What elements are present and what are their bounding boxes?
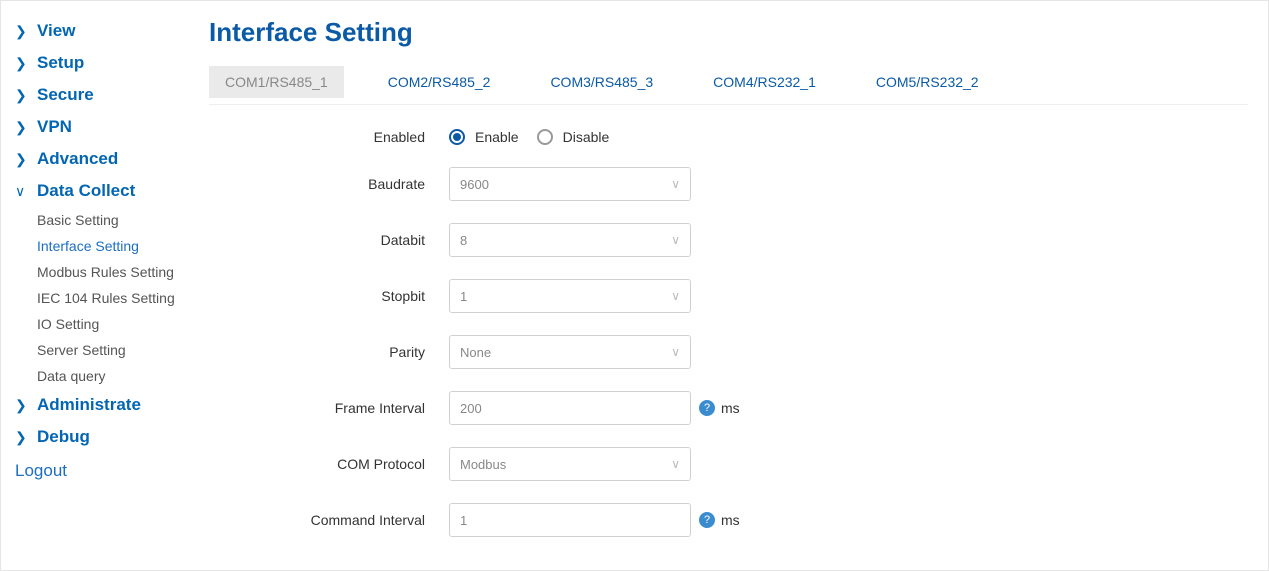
nav-label: Secure <box>37 85 94 105</box>
chevron-down-icon: ∨ <box>15 183 29 200</box>
sub-item-server-setting[interactable]: Server Setting <box>37 337 201 363</box>
frame-interval-value: 200 <box>460 401 482 416</box>
com-protocol-value: Modbus <box>460 457 506 472</box>
nav-label: Advanced <box>37 149 118 169</box>
stopbit-select[interactable]: 1 ∨ <box>449 279 691 313</box>
tab-com1[interactable]: COM1/RS485_1 <box>209 66 344 98</box>
nav-label: View <box>37 21 75 41</box>
nav-item-vpn[interactable]: ❯ VPN <box>15 111 201 143</box>
parity-select[interactable]: None ∨ <box>449 335 691 369</box>
stopbit-value: 1 <box>460 289 467 304</box>
tab-com2[interactable]: COM2/RS485_2 <box>372 66 507 98</box>
logout-link[interactable]: Logout <box>15 453 201 481</box>
chevron-down-icon: ∨ <box>671 233 680 247</box>
nav-label: VPN <box>37 117 72 137</box>
row-enabled: Enabled Enable Disable <box>299 129 1248 145</box>
sub-item-basic-setting[interactable]: Basic Setting <box>37 207 201 233</box>
nav-item-view[interactable]: ❯ View <box>15 15 201 47</box>
sub-item-modbus-rules[interactable]: Modbus Rules Setting <box>37 259 201 285</box>
label-com-protocol: COM Protocol <box>299 456 449 472</box>
frame-interval-unit: ms <box>721 400 740 416</box>
help-icon[interactable]: ? <box>699 512 715 528</box>
tab-com4[interactable]: COM4/RS232_1 <box>697 66 832 98</box>
nav-item-data-collect[interactable]: ∨ Data Collect <box>15 175 201 207</box>
page-title: Interface Setting <box>209 17 1248 48</box>
chevron-down-icon: ∨ <box>671 345 680 359</box>
row-stopbit: Stopbit 1 ∨ <box>299 279 1248 313</box>
label-frame-interval: Frame Interval <box>299 400 449 416</box>
baudrate-value: 9600 <box>460 177 489 192</box>
radio-enable[interactable]: Enable <box>449 129 519 145</box>
row-com-protocol: COM Protocol Modbus ∨ <box>299 447 1248 481</box>
tab-bar: COM1/RS485_1 COM2/RS485_2 COM3/RS485_3 C… <box>209 66 1248 105</box>
label-command-interval: Command Interval <box>299 512 449 528</box>
sub-item-io-setting[interactable]: IO Setting <box>37 311 201 337</box>
com-protocol-select[interactable]: Modbus ∨ <box>449 447 691 481</box>
label-baudrate: Baudrate <box>299 176 449 192</box>
parity-value: None <box>460 345 491 360</box>
chevron-right-icon: ❯ <box>15 151 29 168</box>
radio-icon <box>449 129 465 145</box>
nav-item-setup[interactable]: ❯ Setup <box>15 47 201 79</box>
label-databit: Databit <box>299 232 449 248</box>
nav-label: Debug <box>37 427 90 447</box>
radio-enable-label: Enable <box>475 129 519 145</box>
sub-nav-data-collect: Basic Setting Interface Setting Modbus R… <box>15 207 201 389</box>
chevron-down-icon: ∨ <box>671 177 680 191</box>
command-interval-input[interactable]: 1 <box>449 503 691 537</box>
sub-item-interface-setting[interactable]: Interface Setting <box>37 233 201 259</box>
chevron-right-icon: ❯ <box>15 55 29 72</box>
row-parity: Parity None ∨ <box>299 335 1248 369</box>
nav-item-advanced[interactable]: ❯ Advanced <box>15 143 201 175</box>
help-icon[interactable]: ? <box>699 400 715 416</box>
label-parity: Parity <box>299 344 449 360</box>
nav-label: Setup <box>37 53 84 73</box>
command-interval-value: 1 <box>460 513 467 528</box>
databit-value: 8 <box>460 233 467 248</box>
sub-item-iec104-rules[interactable]: IEC 104 Rules Setting <box>37 285 201 311</box>
main-content: Interface Setting COM1/RS485_1 COM2/RS48… <box>201 1 1268 570</box>
settings-form: Enabled Enable Disable Baudrate 9600 <box>209 129 1248 537</box>
radio-icon <box>537 129 553 145</box>
radio-disable[interactable]: Disable <box>537 129 610 145</box>
row-command-interval: Command Interval 1 ? ms <box>299 503 1248 537</box>
chevron-right-icon: ❯ <box>15 119 29 136</box>
label-stopbit: Stopbit <box>299 288 449 304</box>
chevron-right-icon: ❯ <box>15 87 29 104</box>
chevron-right-icon: ❯ <box>15 397 29 414</box>
sidebar: ❯ View ❯ Setup ❯ Secure ❯ VPN ❯ Advanced… <box>1 1 201 570</box>
row-baudrate: Baudrate 9600 ∨ <box>299 167 1248 201</box>
sub-item-data-query[interactable]: Data query <box>37 363 201 389</box>
chevron-right-icon: ❯ <box>15 23 29 40</box>
row-frame-interval: Frame Interval 200 ? ms <box>299 391 1248 425</box>
tab-com3[interactable]: COM3/RS485_3 <box>534 66 669 98</box>
radio-disable-label: Disable <box>563 129 610 145</box>
enabled-radio-group: Enable Disable <box>449 129 609 145</box>
databit-select[interactable]: 8 ∨ <box>449 223 691 257</box>
command-interval-unit: ms <box>721 512 740 528</box>
nav-label: Data Collect <box>37 181 135 201</box>
nav-label: Administrate <box>37 395 141 415</box>
nav-item-secure[interactable]: ❯ Secure <box>15 79 201 111</box>
chevron-down-icon: ∨ <box>671 289 680 303</box>
label-enabled: Enabled <box>299 129 449 145</box>
frame-interval-input[interactable]: 200 <box>449 391 691 425</box>
nav-item-administrate[interactable]: ❯ Administrate <box>15 389 201 421</box>
baudrate-select[interactable]: 9600 ∨ <box>449 167 691 201</box>
row-databit: Databit 8 ∨ <box>299 223 1248 257</box>
chevron-right-icon: ❯ <box>15 429 29 446</box>
tab-com5[interactable]: COM5/RS232_2 <box>860 66 995 98</box>
chevron-down-icon: ∨ <box>671 457 680 471</box>
nav-item-debug[interactable]: ❯ Debug <box>15 421 201 453</box>
